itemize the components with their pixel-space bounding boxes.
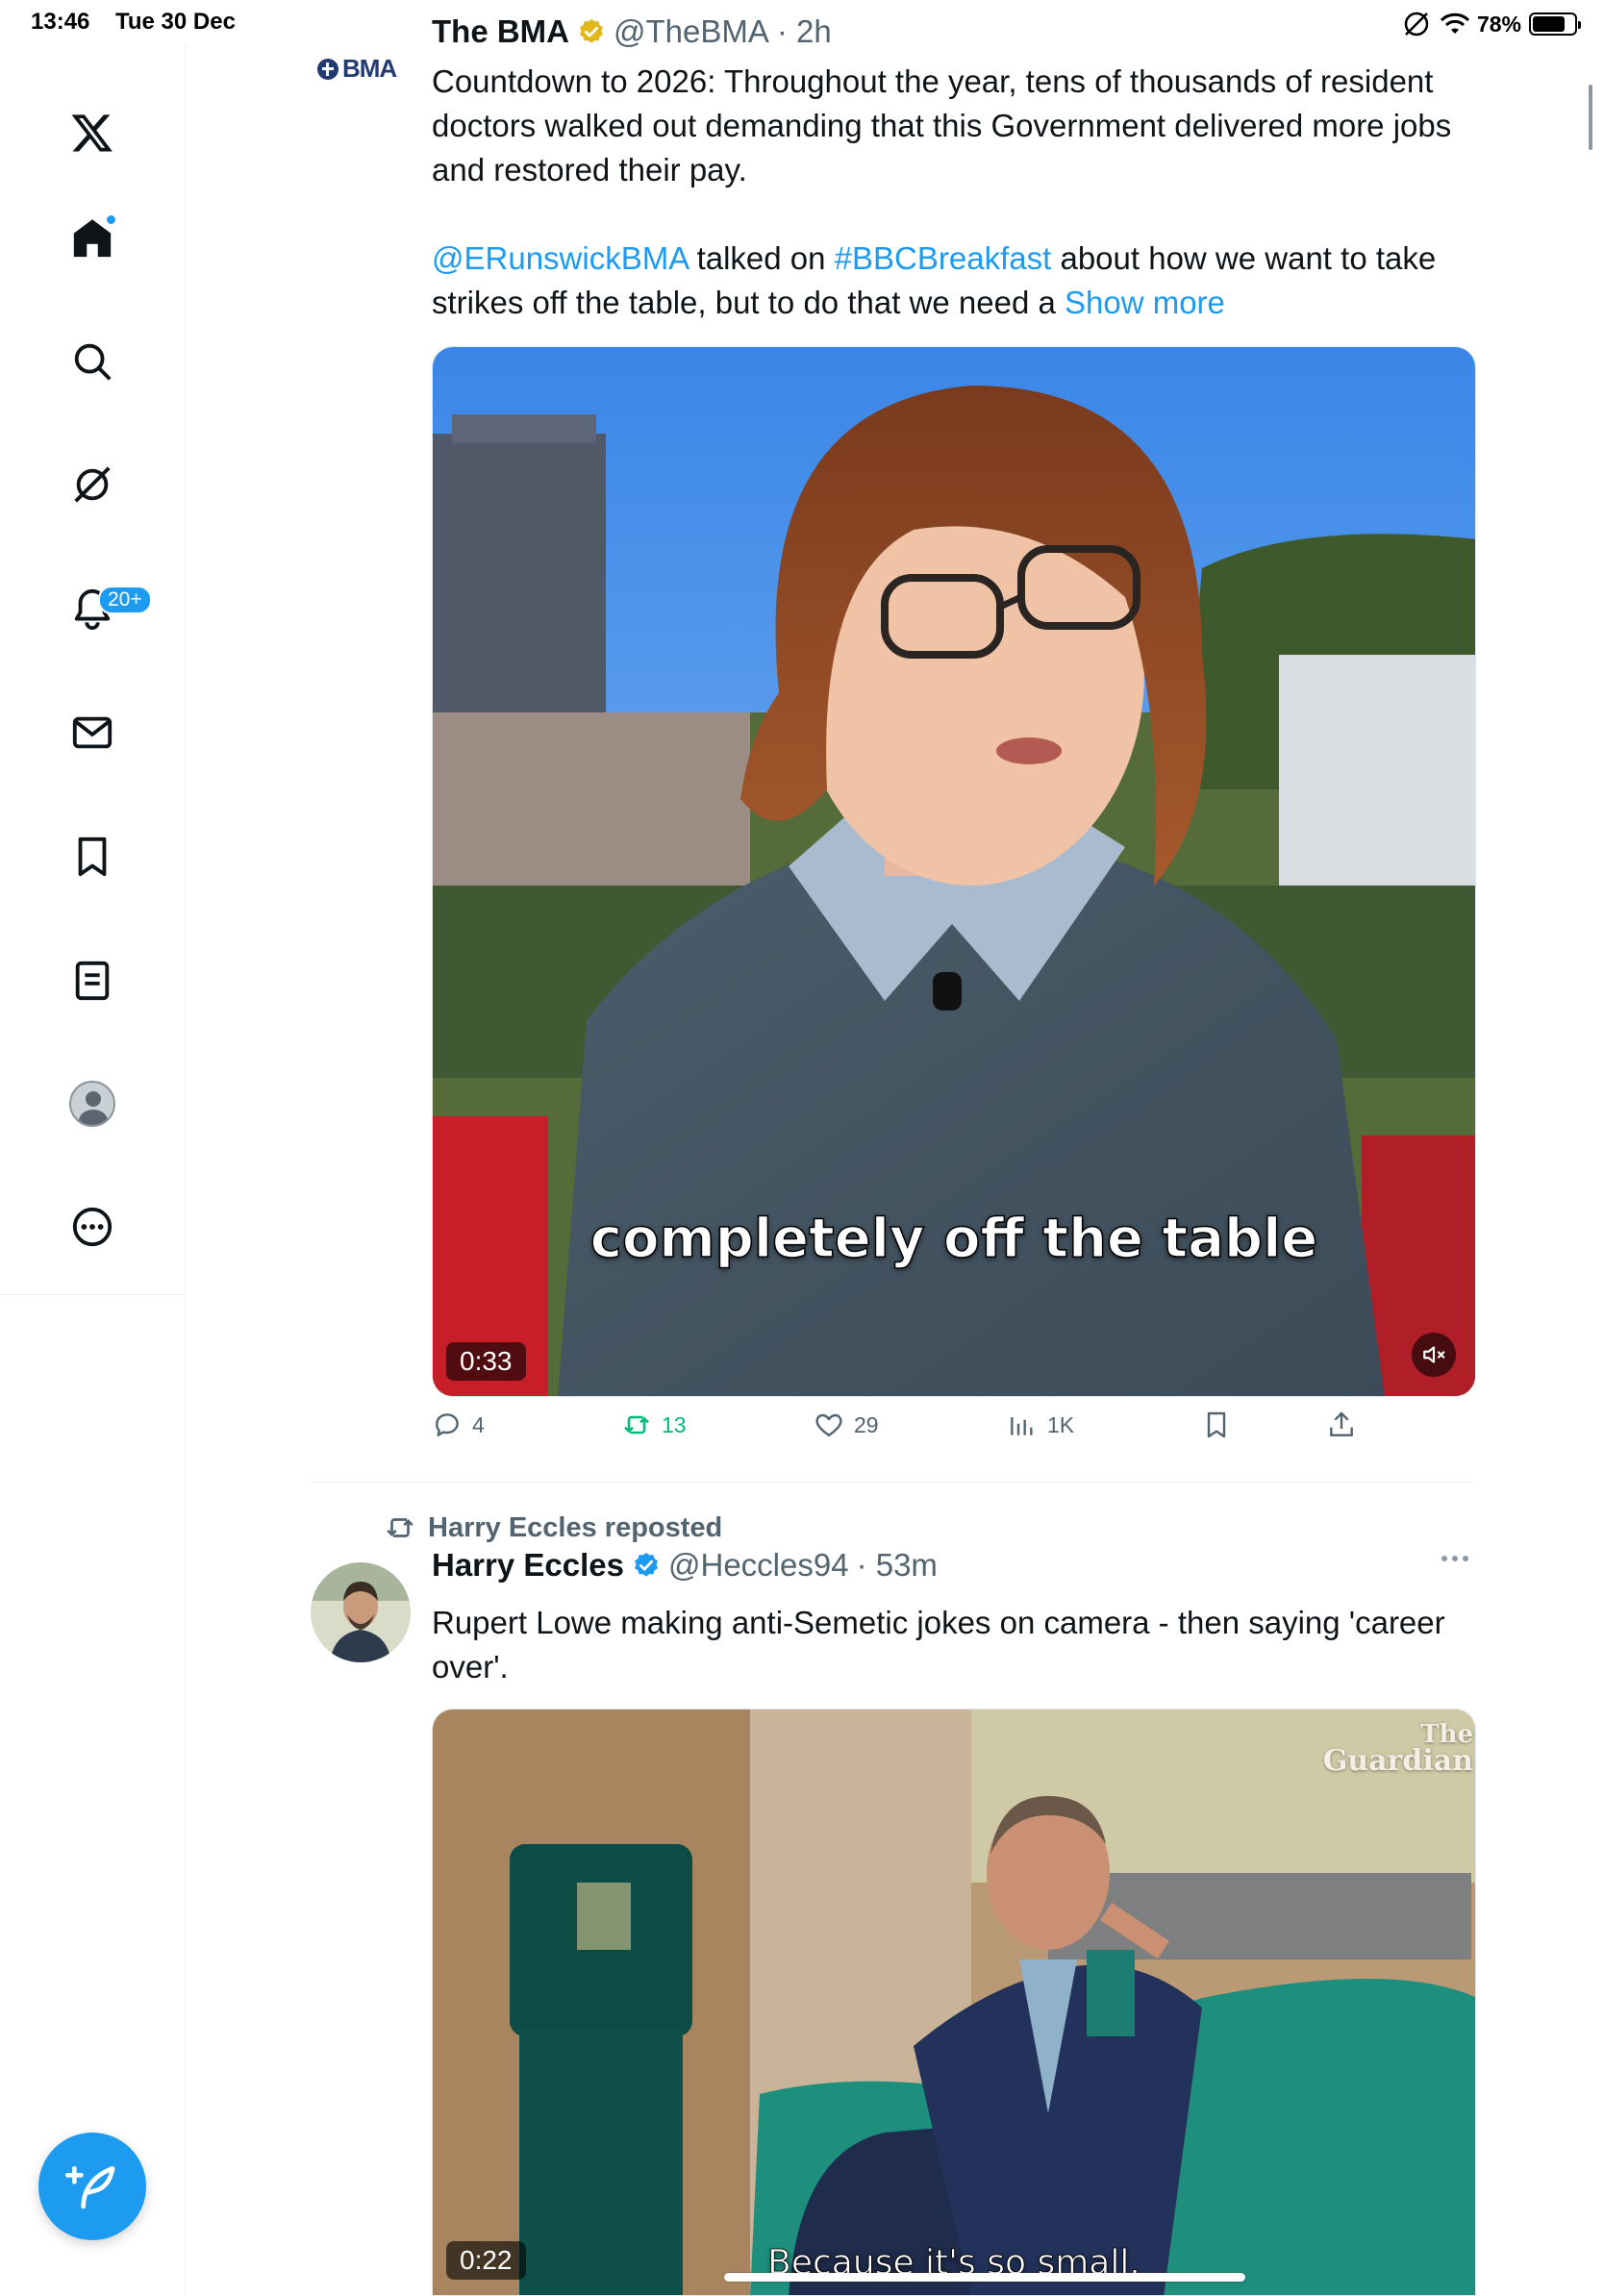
author-avatar[interactable]: BMA [317, 54, 397, 84]
mute-button[interactable] [1412, 1333, 1456, 1377]
scrollbar-thumb[interactable] [1589, 85, 1592, 150]
tweet-header: The BMA @TheBMA · 2h [432, 13, 832, 50]
avatar-text: BMA [342, 54, 397, 83]
more-icon[interactable] [54, 1188, 131, 1265]
show-more-link[interactable]: Show more [1065, 285, 1225, 320]
reply-button[interactable]: 4 [432, 1410, 485, 1440]
view-count: 1K [1047, 1411, 1075, 1437]
more-options-button[interactable] [1441, 1556, 1468, 1561]
messages-icon[interactable] [54, 694, 131, 771]
home-indicator[interactable] [724, 2273, 1245, 2282]
reposted-by-label[interactable]: Harry Eccles reposted [428, 1512, 722, 1544]
profile-avatar [69, 1081, 115, 1127]
author-avatar[interactable] [311, 1562, 411, 1662]
tweet-text: Countdown to 2026: Throughout the year, … [432, 60, 1480, 325]
heart-icon [815, 1413, 842, 1436]
guardian-watermark: The Guardian [1322, 1710, 1475, 1778]
watermark-line-2: Guardian [1322, 1744, 1473, 1778]
bookmark-icon [1207, 1411, 1226, 1438]
tweet-header: Harry Eccles @Heccles94 · 53m [432, 1547, 938, 1584]
author-handle[interactable]: @Heccles94 [668, 1547, 849, 1584]
compose-post-button[interactable] [38, 2133, 146, 2240]
notifications-badge: 20+ [98, 586, 152, 614]
mute-icon [1423, 1346, 1445, 1363]
verified-gold-icon [577, 17, 606, 46]
views-icon [1011, 1417, 1033, 1435]
repost-icon [624, 1415, 649, 1435]
sidebar-divider [0, 1294, 186, 1295]
home-icon[interactable] [54, 200, 131, 277]
compose-post-icon [65, 2166, 115, 2209]
avatar-photo [311, 1562, 411, 1662]
notifications-icon[interactable]: 20+ [54, 570, 152, 647]
tweet-paragraph-2: @ERunswickBMA talked on #BBCBreakfast ab… [432, 237, 1480, 325]
tweet-paragraph-1: Countdown to 2026: Throughout the year, … [432, 63, 1452, 187]
video-duration: 0:22 [446, 2241, 526, 2280]
share-button[interactable] [1326, 1410, 1357, 1440]
tweet-video[interactable]: completely off the table 0:33 [432, 346, 1476, 1397]
grok-icon[interactable] [54, 446, 131, 523]
tweet-text: Rupert Lowe making anti-Semetic jokes on… [432, 1605, 1445, 1685]
profile-icon[interactable] [54, 1065, 131, 1142]
tweet-video[interactable]: The Guardian Because it's so small. 0:22 [432, 1709, 1476, 2296]
repost-context: Harry Eccles reposted [384, 1511, 722, 1544]
video-duration: 0:33 [446, 1342, 526, 1381]
video-frame-image [433, 1710, 1475, 2295]
tweet-divider [311, 1482, 1476, 1483]
repost-button[interactable]: 13 [621, 1410, 687, 1440]
author-name[interactable]: Harry Eccles [432, 1547, 624, 1584]
status-time: 13:46 [31, 9, 90, 35]
timeline: BMA The BMA @TheBMA · 2h Countdown to 20… [186, 0, 1604, 2296]
x-logo-icon[interactable] [54, 94, 131, 171]
repost-count: 13 [662, 1411, 687, 1437]
like-button[interactable]: 29 [814, 1410, 879, 1440]
bma-emblem-icon [317, 58, 338, 80]
lists-icon[interactable] [54, 942, 131, 1019]
repost-small-icon [387, 1518, 414, 1537]
tweet-time[interactable]: · 2h [777, 13, 832, 50]
bookmarks-icon[interactable] [54, 818, 131, 895]
search-icon[interactable] [54, 323, 131, 400]
like-count: 29 [854, 1411, 879, 1437]
tweet-actions: 4 13 29 1K [432, 1410, 1476, 1463]
reply-count: 4 [472, 1411, 485, 1437]
reply-icon [436, 1413, 459, 1436]
bookmark-button[interactable] [1201, 1410, 1232, 1440]
share-icon [1330, 1411, 1353, 1436]
hashtag-link[interactable]: #BBCBreakfast [835, 240, 1052, 276]
tweet-text-segment: talked on [688, 240, 835, 276]
verified-blue-icon [632, 1551, 661, 1580]
home-unread-dot [105, 213, 117, 226]
tweet-time[interactable]: · 53m [857, 1547, 938, 1584]
author-handle[interactable]: @TheBMA [614, 13, 769, 50]
sidebar-nav: 20+ [0, 44, 186, 2296]
views-button[interactable]: 1K [1007, 1410, 1074, 1440]
author-name[interactable]: The BMA [432, 13, 569, 50]
video-caption: completely off the table [589, 1207, 1318, 1271]
mention-link[interactable]: @ERunswickBMA [432, 240, 688, 276]
